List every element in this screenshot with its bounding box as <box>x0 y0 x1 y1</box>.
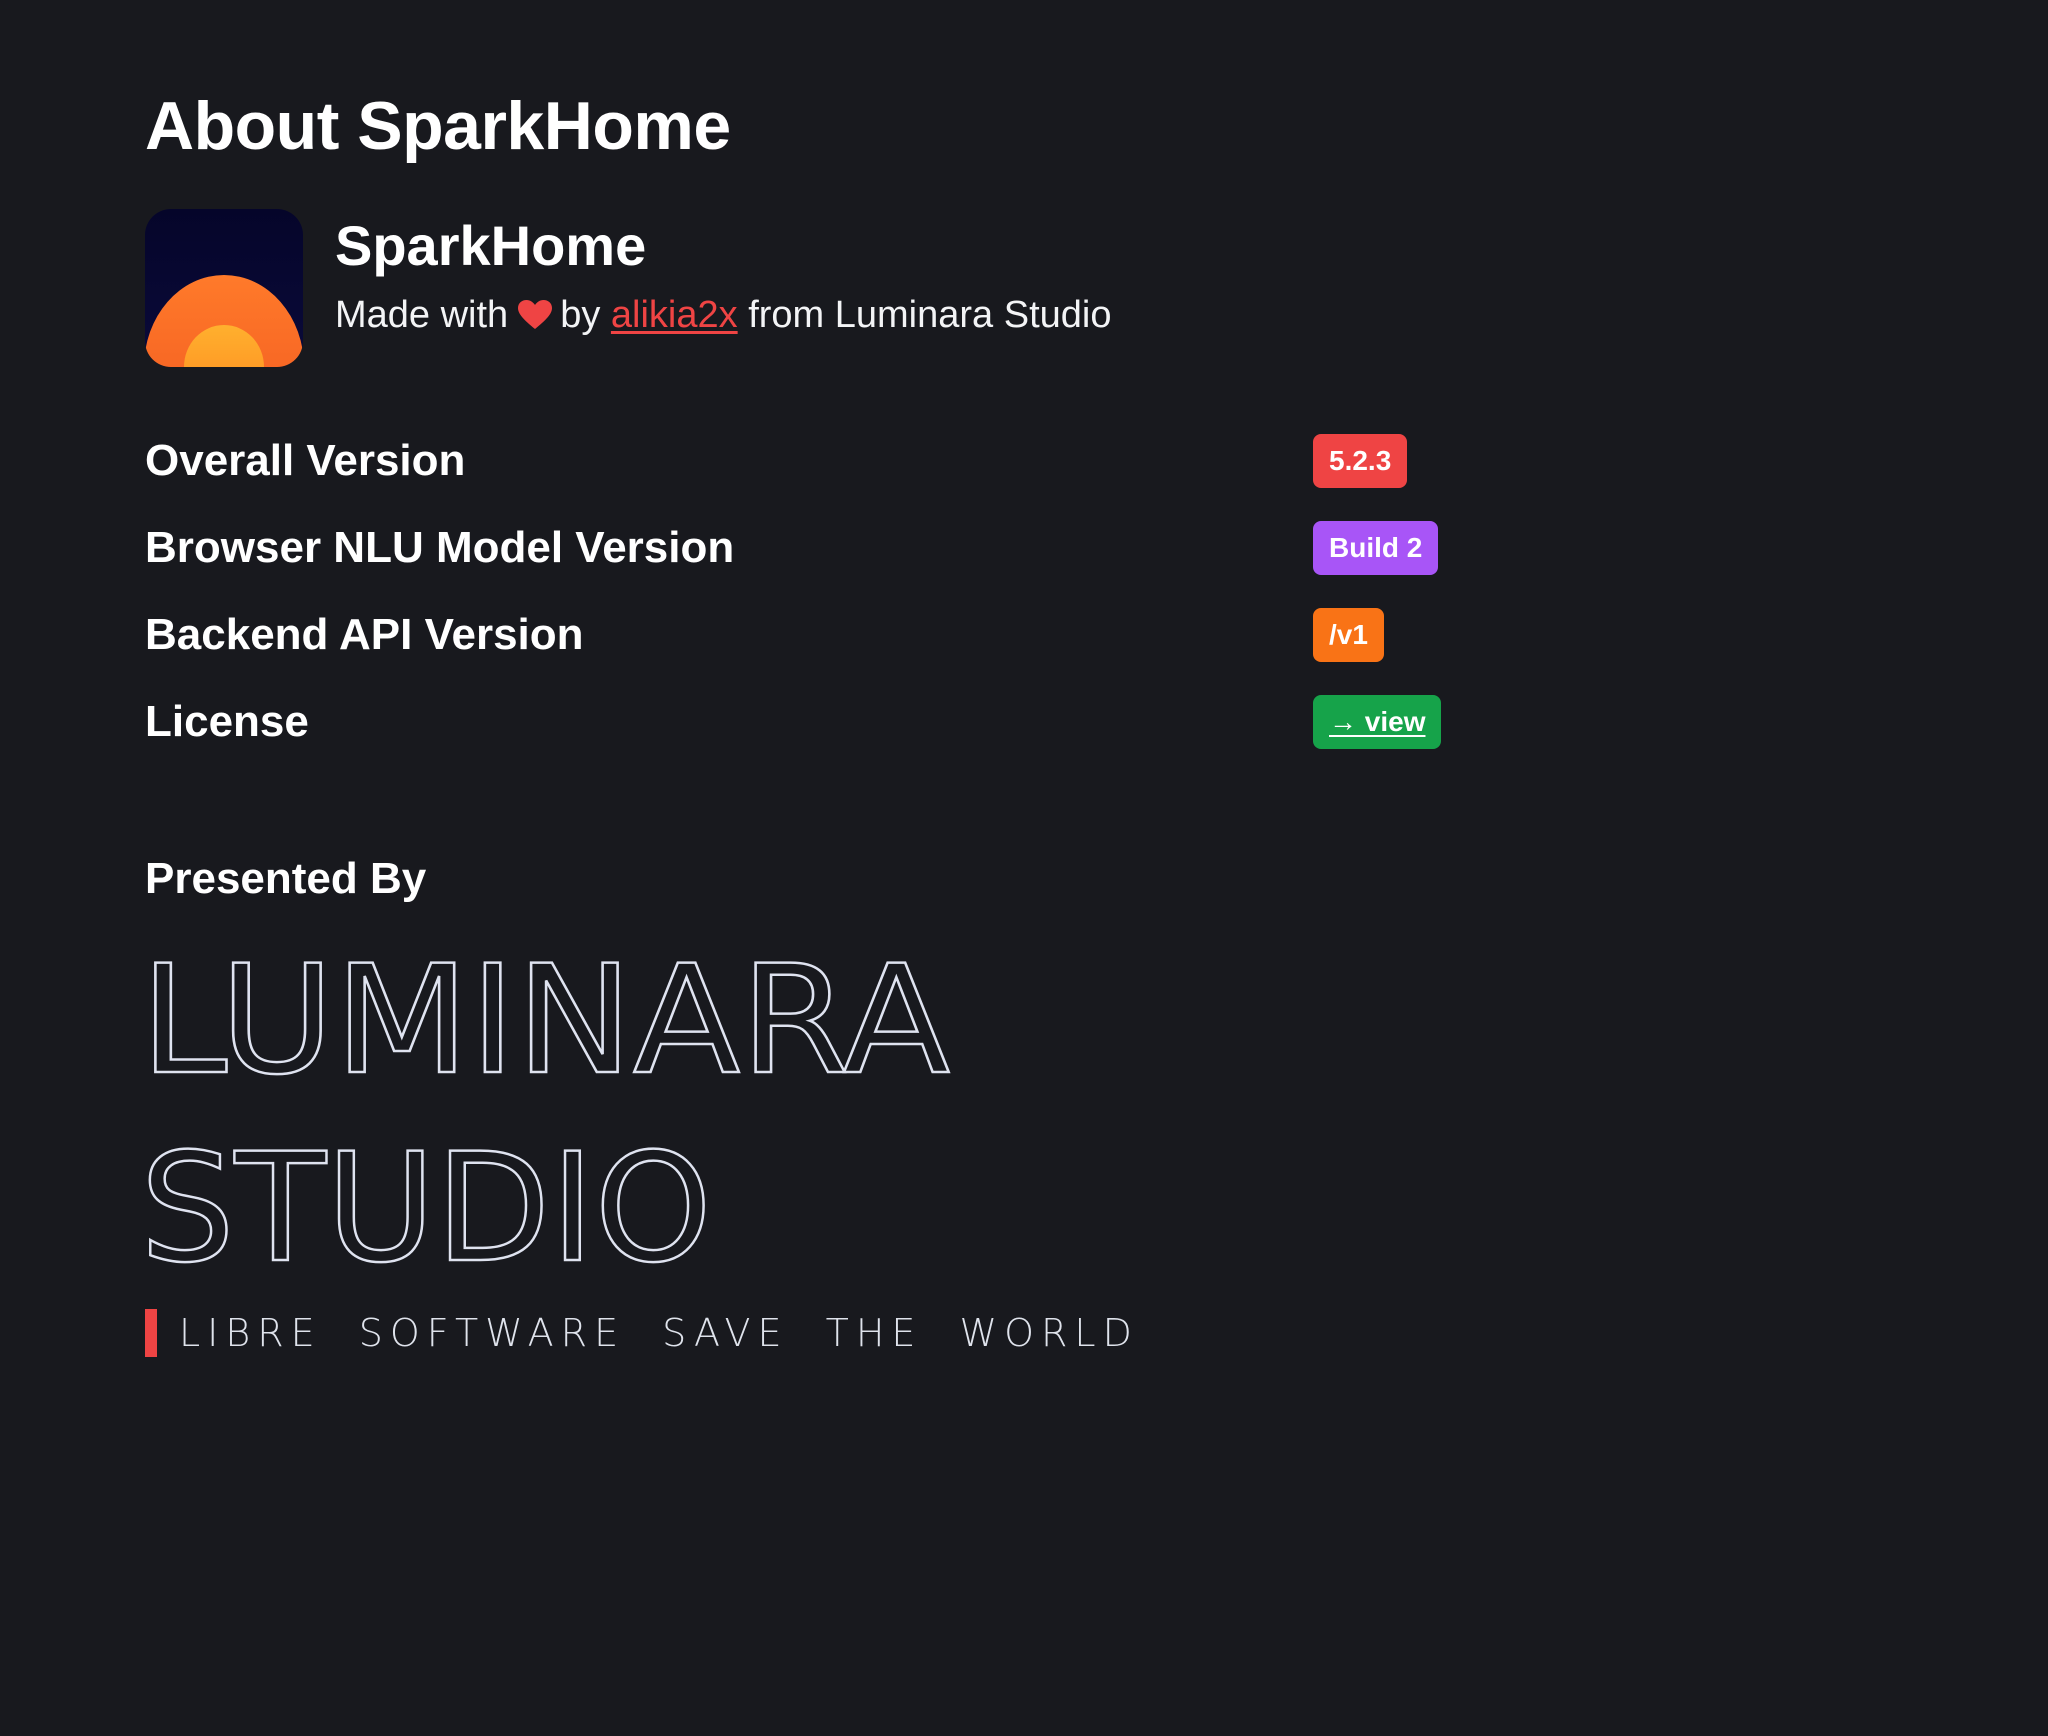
version-row-overall: Overall Version 5.2.3 <box>145 428 1445 515</box>
version-badge: Build 2 <box>1313 521 1439 575</box>
credit-suffix: from Luminara Studio <box>748 294 1112 336</box>
about-page: About SparkHome SparkHome Made with by a… <box>0 0 2048 1736</box>
logo-line-luminara: LUMINARA <box>140 934 950 1108</box>
row-label: License <box>145 697 309 746</box>
author-link[interactable]: alikia2x <box>611 294 738 336</box>
row-label: Browser NLU Model Version <box>145 523 735 572</box>
version-badge: /v1 <box>1313 608 1384 662</box>
app-name: SparkHome <box>335 214 647 277</box>
license-row: License → view <box>145 689 1445 776</box>
luminara-studio-logo: LUMINARA STUDIO <box>140 933 951 1270</box>
license-badge: → view <box>1313 695 1442 749</box>
heart-icon <box>518 300 553 329</box>
version-badge: 5.2.3 <box>1313 434 1408 488</box>
version-row-nlu-model: Browser NLU Model Version Build 2 <box>145 515 1445 602</box>
slogan-text: LIBRE SOFTWARE SAVE THE WORLD <box>179 1311 1139 1355</box>
app-credit: Made with by alikia2x from Luminara Studi… <box>335 291 1112 339</box>
license-view-link[interactable]: → view <box>1329 706 1425 737</box>
presented-by-heading: Presented By <box>145 854 427 903</box>
credit-middle: by <box>560 294 601 336</box>
sunrise-app-icon <box>145 209 303 367</box>
app-meta: SparkHome Made with by alikia2x from Lumi… <box>335 209 1112 339</box>
version-row-backend-api: Backend API Version /v1 <box>145 602 1445 689</box>
row-label: Overall Version <box>145 436 466 485</box>
page-title: About SparkHome <box>145 88 731 164</box>
slogan: LIBRE SOFTWARE SAVE THE WORLD <box>145 1308 1139 1358</box>
credit-prefix: Made with <box>335 294 509 336</box>
slogan-accent-bar <box>145 1309 157 1357</box>
row-label: Backend API Version <box>145 610 584 659</box>
app-header: SparkHome Made with by alikia2x from Lumi… <box>145 209 1112 367</box>
version-list: Overall Version 5.2.3 Browser NLU Model … <box>145 428 1445 776</box>
logo-line-studio: STUDIO <box>140 1122 712 1270</box>
